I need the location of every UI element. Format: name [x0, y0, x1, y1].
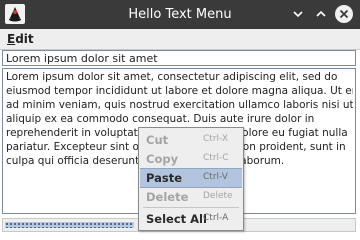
context-menu: Cut Ctrl-X Copy Ctrl-C Paste Ctrl-V Dele… [138, 127, 244, 231]
close-icon[interactable] [334, 4, 354, 24]
menu-item-label: Copy [146, 152, 179, 166]
menu-item-shortcut: Ctrl-A [203, 213, 229, 223]
text-area-line: eiusmod tempor incididunt ut labore et d… [6, 85, 353, 97]
maximize-icon[interactable] [311, 4, 331, 24]
title-bar: Hello Text Menu [0, 0, 360, 29]
menu-item-copy[interactable]: Copy Ctrl-C [140, 149, 242, 169]
menu-bar: Edit [0, 29, 360, 50]
menu-item-shortcut: Delete [203, 191, 233, 201]
menu-item-shortcut: Ctrl-X [203, 134, 228, 144]
menu-item-paste[interactable]: Paste Ctrl-V [140, 168, 242, 188]
menu-item-label: Cut [146, 133, 169, 147]
menu-item-label: Paste [146, 171, 183, 185]
menu-item-shortcut: Ctrl-V [203, 172, 228, 182]
text-area-line: aliquip ex ea commodo consequat. Duis au… [6, 113, 315, 125]
menu-separator [143, 207, 239, 208]
menu-item-delete[interactable]: Delete Delete [140, 187, 242, 207]
minimize-icon[interactable] [288, 4, 308, 24]
progress-bar [5, 222, 134, 228]
text-area-line: ad minim veniam, quis nostrud exercitati… [6, 99, 353, 111]
menu-item-shortcut: Ctrl-C [203, 153, 229, 163]
text-area-line: Lorem ipsum dolor sit amet, consectetur … [6, 71, 338, 83]
menu-item-cut[interactable]: Cut Ctrl-X [140, 130, 242, 150]
menu-item-select-all[interactable]: Select All Ctrl-A [140, 209, 242, 229]
menu-edit[interactable]: Edit [7, 29, 34, 49]
menu-item-label: Delete [146, 190, 189, 204]
menu-item-label: Select All [146, 212, 207, 226]
text-field[interactable]: Lorem ipsum dolor sit amet [2, 50, 356, 66]
